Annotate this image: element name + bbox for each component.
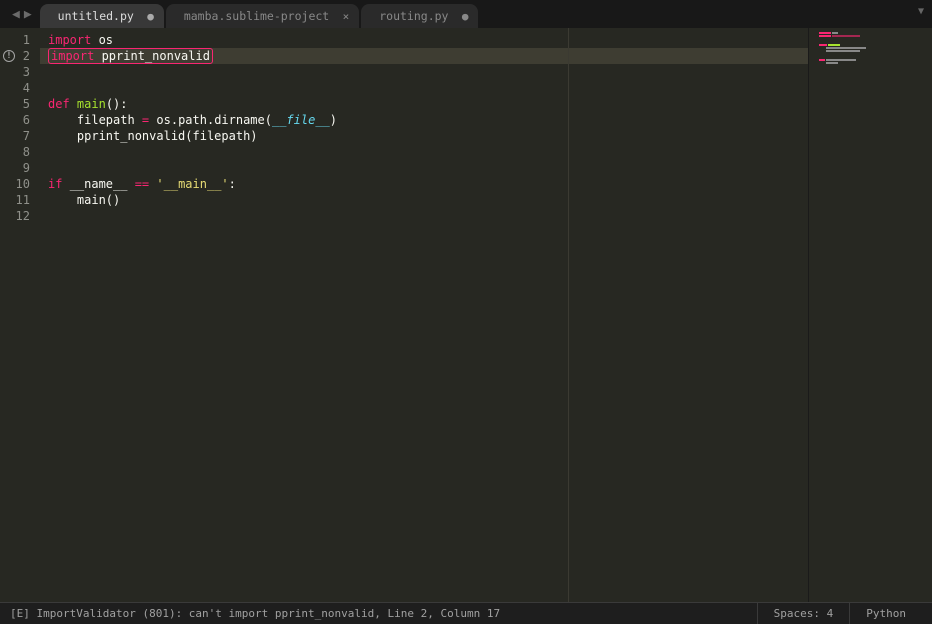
line-number: 1 [0, 32, 40, 48]
punctuation: (): [106, 97, 128, 111]
function-name: main [70, 97, 106, 111]
keyword: if [48, 177, 62, 191]
tab-bar: ◀ ▶ untitled.py ● mamba.sublime-project … [0, 0, 932, 28]
space [62, 177, 69, 191]
identifier: os [91, 33, 113, 47]
indent [48, 129, 77, 143]
editor-area: ! 1 2 3 4 5 6 7 8 9 10 11 12 import os i… [0, 28, 932, 602]
keyword: import [48, 33, 91, 47]
close-icon[interactable]: × [343, 10, 350, 23]
identifier: filepath [77, 113, 135, 127]
dirty-indicator-icon: ● [462, 10, 469, 23]
indentation-setting[interactable]: Spaces: 4 [757, 603, 850, 624]
line-number: 5 [0, 96, 40, 112]
operator: == [127, 177, 156, 191]
line-number: 9 [0, 160, 40, 176]
minimap-render [819, 32, 908, 65]
error-gutter-icon[interactable]: ! [3, 50, 15, 62]
indent [48, 113, 77, 127]
tab-untitled-py[interactable]: untitled.py ● [40, 4, 164, 28]
keyword: def [48, 97, 70, 111]
line-number: 3 [0, 64, 40, 80]
status-error-message[interactable]: [E] ImportValidator (801): can't import … [10, 607, 757, 620]
indent [48, 193, 77, 207]
punctuation: ) [330, 113, 337, 127]
code-editor[interactable]: import os import pprint_nonvalid def mai… [40, 28, 808, 602]
call: os.path.dirname( [156, 113, 272, 127]
operator: = [135, 113, 157, 127]
identifier: __name__ [70, 177, 128, 191]
string: '__main__' [156, 177, 228, 191]
minimap[interactable] [808, 28, 918, 602]
dirty-indicator-icon: ● [147, 10, 154, 23]
call: main() [77, 193, 120, 207]
nav-forward-icon[interactable]: ▶ [22, 7, 34, 22]
nav-back-icon[interactable]: ◀ [10, 7, 22, 22]
vertical-scrollbar[interactable] [918, 28, 932, 602]
gutter: ! 1 2 3 4 5 6 7 8 9 10 11 12 [0, 28, 40, 602]
status-bar: [E] ImportValidator (801): can't import … [0, 602, 932, 624]
line-number: 7 [0, 128, 40, 144]
call: pprint_nonvalid(filepath) [77, 129, 258, 143]
line-number: 6 [0, 112, 40, 128]
tab-menu-chevron-icon[interactable]: ▼ [918, 6, 924, 17]
error-underline: import pprint_nonvalid [48, 48, 213, 64]
tab-label: routing.py [379, 9, 448, 23]
line-number: 12 [0, 208, 40, 224]
tab-label: untitled.py [58, 9, 134, 23]
line-number: 8 [0, 144, 40, 160]
syntax-setting[interactable]: Python [849, 603, 922, 624]
punctuation: : [229, 177, 236, 191]
keyword: import [51, 49, 94, 63]
line-number: 10 [0, 176, 40, 192]
dunder: __file__ [272, 113, 330, 127]
tab-label: mamba.sublime-project [184, 9, 329, 23]
tab-routing-py[interactable]: routing.py ● [361, 4, 478, 28]
line-number: 11 [0, 192, 40, 208]
line-number: 4 [0, 80, 40, 96]
identifier: pprint_nonvalid [94, 49, 210, 63]
tab-mamba-project[interactable]: mamba.sublime-project × [166, 4, 359, 28]
history-nav: ◀ ▶ [4, 0, 40, 28]
